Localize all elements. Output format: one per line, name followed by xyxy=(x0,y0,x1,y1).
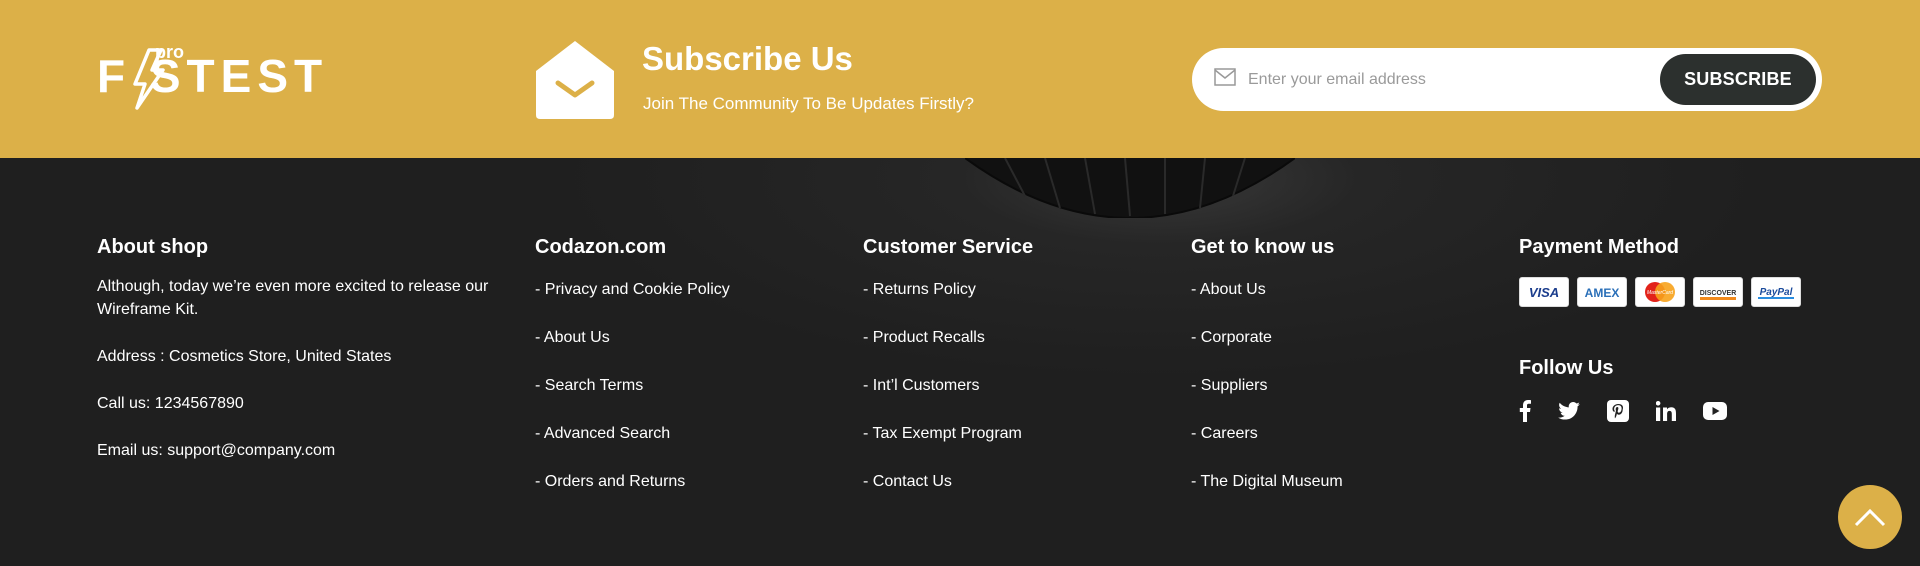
payment-heading: Payment Method xyxy=(1519,236,1680,258)
link-product-recalls[interactable]: - Product Recalls xyxy=(863,327,1033,375)
subscribe-bar: pro F STEST Subscribe Us Join The Commun… xyxy=(0,0,1920,158)
svg-text:MasterCard: MasterCard xyxy=(1647,290,1673,296)
link-search-terms[interactable]: - Search Terms xyxy=(535,375,730,423)
about-column: About shop Although, today we’re even mo… xyxy=(97,236,507,462)
get-to-know-heading: Get to know us xyxy=(1191,236,1335,258)
envelope-open-icon xyxy=(536,41,614,119)
footer: About shop Although, today we’re even mo… xyxy=(0,158,1920,566)
link-about-us[interactable]: - About Us xyxy=(535,327,730,375)
facebook-icon[interactable] xyxy=(1519,400,1531,422)
customer-service-column: Customer Service - Returns Policy - Prod… xyxy=(863,236,1033,519)
link-corporate[interactable]: - Corporate xyxy=(1191,327,1343,375)
get-to-know-column: Get to know us - About Us - Corporate - … xyxy=(1191,236,1343,519)
codazon-column: Codazon.com - Privacy and Cookie Policy … xyxy=(535,236,730,519)
mail-icon xyxy=(1214,68,1236,86)
email-text: Email us: support@company.com xyxy=(97,442,336,459)
logo-text: F STEST xyxy=(97,50,328,102)
subscribe-title: Subscribe Us xyxy=(642,40,853,77)
link-orders-returns[interactable]: - Orders and Returns xyxy=(535,471,730,519)
scroll-to-top-button[interactable] xyxy=(1838,485,1902,549)
amex-card-icon: AMEX xyxy=(1577,277,1627,307)
link-advanced-search[interactable]: - Advanced Search xyxy=(535,423,730,471)
follow-heading: Follow Us xyxy=(1519,357,1614,379)
svg-text:AMEX: AMEX xyxy=(1585,286,1620,300)
lamp-decoration xyxy=(965,158,1295,218)
customer-service-heading: Customer Service xyxy=(863,236,1034,258)
address-text: Address : Cosmetics Store, United States xyxy=(97,348,392,365)
youtube-icon[interactable] xyxy=(1703,402,1727,420)
link-contact-us[interactable]: - Contact Us xyxy=(863,471,1033,519)
link-digital-museum[interactable]: - The Digital Museum xyxy=(1191,471,1343,519)
pinterest-icon[interactable] xyxy=(1607,400,1629,422)
linkedin-icon[interactable] xyxy=(1656,401,1676,421)
payment-cards: VISA AMEX MasterCard DISCOVER PayPal xyxy=(1519,277,1801,307)
discover-card-icon: DISCOVER xyxy=(1693,277,1743,307)
subscribe-subtitle: Join The Community To Be Updates Firstly… xyxy=(643,94,975,113)
twitter-icon[interactable] xyxy=(1558,402,1580,420)
fastest-logo[interactable]: pro F STEST xyxy=(97,40,402,110)
email-input[interactable] xyxy=(1246,62,1630,98)
paypal-card-icon: PayPal xyxy=(1751,277,1801,307)
chevron-up-icon xyxy=(1854,508,1886,527)
subscribe-button[interactable]: SUBSCRIBE xyxy=(1660,54,1816,105)
about-heading: About shop xyxy=(97,236,209,258)
social-links xyxy=(1519,400,1801,422)
phone-text: Call us: 1234567890 xyxy=(97,395,244,412)
link-careers[interactable]: - Careers xyxy=(1191,423,1343,471)
link-about-us-2[interactable]: - About Us xyxy=(1191,279,1343,327)
visa-card-icon: VISA xyxy=(1519,277,1569,307)
link-intl-customers[interactable]: - Int’l Customers xyxy=(863,375,1033,423)
payment-column: Payment Method VISA AMEX MasterCard DISC… xyxy=(1519,236,1801,422)
link-suppliers[interactable]: - Suppliers xyxy=(1191,375,1343,423)
link-returns-policy[interactable]: - Returns Policy xyxy=(863,279,1033,327)
svg-text:VISA: VISA xyxy=(1529,285,1559,300)
svg-text:PayPal: PayPal xyxy=(1760,287,1793,298)
codazon-heading: Codazon.com xyxy=(535,236,667,258)
about-text: Although, today we’re even more excited … xyxy=(97,278,489,318)
subscribe-form: SUBSCRIBE xyxy=(1192,48,1822,111)
link-privacy[interactable]: - Privacy and Cookie Policy xyxy=(535,279,730,327)
svg-text:DISCOVER: DISCOVER xyxy=(1700,290,1737,297)
link-tax-exempt[interactable]: - Tax Exempt Program xyxy=(863,423,1033,471)
mastercard-card-icon: MasterCard xyxy=(1635,277,1685,307)
